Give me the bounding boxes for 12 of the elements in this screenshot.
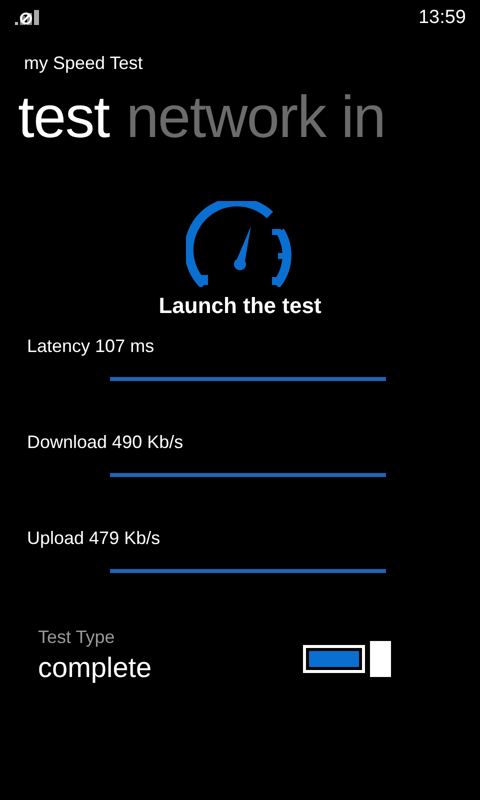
metric-label: Upload 479 Kb/s: [27, 528, 160, 549]
launch-test-button[interactable]: Launch the test: [158, 293, 322, 319]
toggle-switch[interactable]: [303, 641, 391, 677]
app-title: my Speed Test: [24, 53, 143, 74]
pivot-tab[interactable]: test: [18, 78, 110, 156]
metric-label: Download 490 Kb/s: [27, 432, 184, 453]
pivot-tab[interactable]: network in: [126, 78, 386, 156]
metric-label: Latency 107 ms: [27, 336, 154, 357]
clock-time: 13:59: [418, 7, 466, 29]
setting-value: complete: [38, 652, 152, 684]
speedometer-icon: [186, 201, 294, 287]
setting-label: Test Type: [38, 627, 116, 648]
